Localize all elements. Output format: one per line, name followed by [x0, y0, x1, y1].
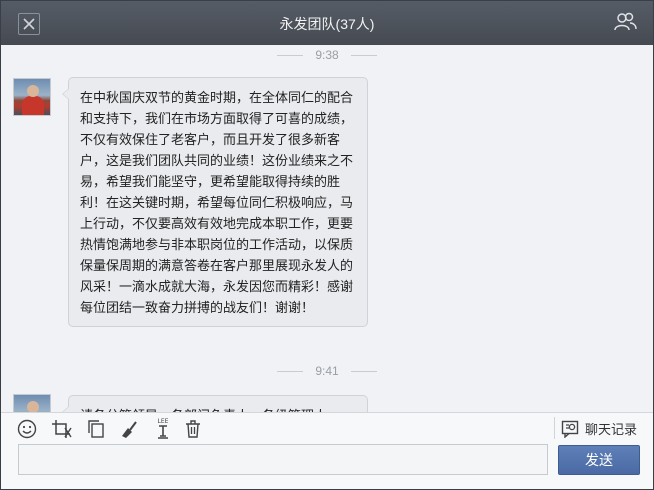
chat-history-label: 聊天记录: [584, 422, 637, 437]
chat-window: 永发团队(37人) 9:38 在中秋国庆双节的黄金时期，在全体同仁的配合和支持下…: [0, 0, 654, 490]
emoji-icon: [17, 419, 37, 439]
title-bar: 永发团队(37人): [1, 1, 653, 45]
clear-icon: [122, 421, 137, 438]
font-button[interactable]: LEE: [151, 417, 175, 441]
message-bubble: 请各分管领导、各部门负责人、各级管理人: [62, 395, 368, 412]
timestamp: 9:41: [315, 364, 339, 378]
chat-history-icon: [561, 420, 579, 438]
delete-icon: [186, 420, 200, 438]
message-list[interactable]: 9:38 在中秋国庆双节的黄金时期，在全体同仁的配合和支持下，我们在市场方面取得…: [1, 45, 653, 412]
composer: 发送: [1, 442, 653, 489]
screenshot-button[interactable]: [50, 417, 74, 441]
input-toolbar: LEE 聊天记录: [1, 412, 653, 442]
timestamp-separator: 9:38: [1, 48, 653, 62]
clear-button[interactable]: [117, 417, 141, 441]
group-members-icon[interactable]: [613, 12, 637, 32]
avatar[interactable]: [13, 394, 51, 412]
message-bubble: 在中秋国庆双节的黄金时期，在全体同仁的配合和支持下，我们在市场方面取得了可喜的成…: [62, 77, 368, 327]
avatar[interactable]: [13, 78, 51, 116]
timestamp: 9:38: [315, 48, 339, 62]
font-icon: LEE: [158, 418, 169, 439]
toolbar-divider: [554, 417, 555, 439]
emoji-button[interactable]: [15, 417, 39, 441]
chat-history-button[interactable]: 聊天记录: [561, 419, 637, 438]
message-input[interactable]: [18, 444, 548, 475]
copy-icon: [88, 420, 104, 438]
font-icon-label: LEE: [158, 418, 169, 425]
window-title: 永发团队(37人): [279, 16, 375, 32]
delete-button[interactable]: [181, 417, 205, 441]
screenshot-icon: [52, 420, 72, 438]
timestamp-separator: 9:41: [1, 364, 653, 378]
send-button[interactable]: 发送: [558, 445, 640, 475]
copy-button[interactable]: [84, 417, 108, 441]
